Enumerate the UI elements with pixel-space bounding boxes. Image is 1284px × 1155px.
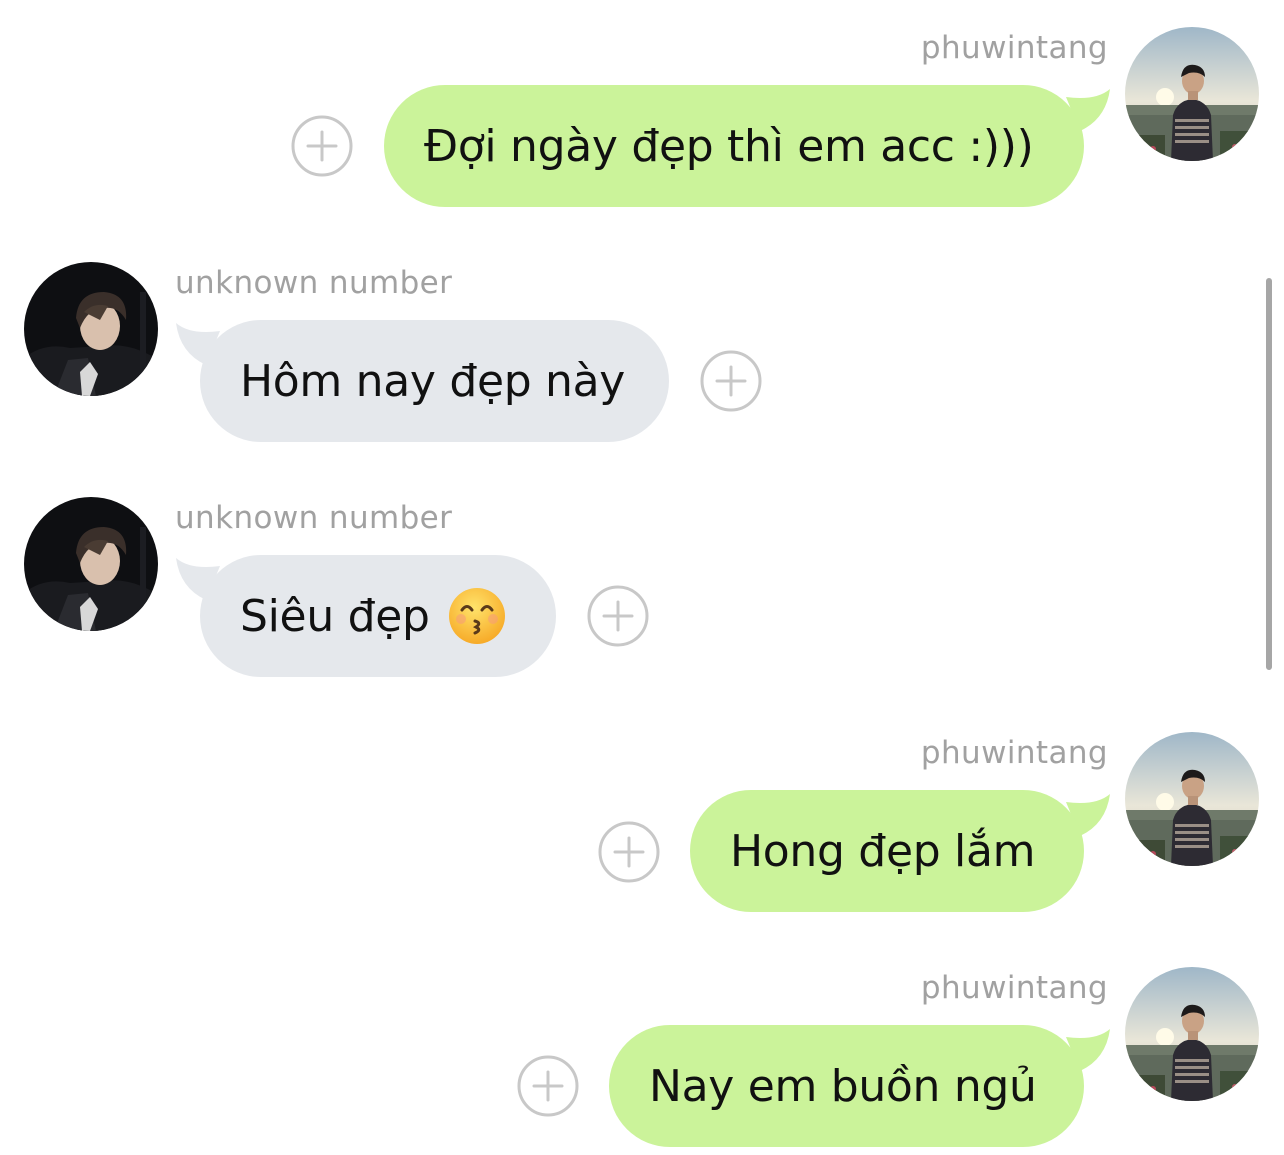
sender-name: phuwintang	[920, 735, 1108, 771]
message-text: Siêu đẹp	[240, 590, 430, 642]
message-bubble[interactable]: Nay em buồn ngủ	[609, 1025, 1084, 1147]
sender-name: phuwintang	[920, 30, 1108, 66]
sender-avatar[interactable]	[1125, 967, 1259, 1101]
message-bubble[interactable]: Siêu đẹp	[200, 555, 556, 677]
sender-avatar[interactable]	[24, 262, 158, 396]
sender-avatar[interactable]	[24, 497, 158, 631]
add-reaction-icon[interactable]	[598, 821, 660, 883]
sender-avatar[interactable]	[1125, 732, 1259, 866]
message-bubble[interactable]: Hong đẹp lắm	[690, 790, 1084, 912]
message-bubble[interactable]: Hôm nay đẹp này	[200, 320, 669, 442]
message-text: Hong đẹp lắm	[730, 825, 1036, 877]
sender-name: unknown number	[175, 500, 453, 536]
message-text: Nay em buồn ngủ	[649, 1060, 1037, 1112]
sender-avatar[interactable]	[1125, 27, 1259, 161]
scrollbar[interactable]	[1266, 278, 1272, 670]
kissing-face-with-smiling-eyes-emoji	[448, 587, 506, 645]
add-reaction-icon[interactable]	[587, 585, 649, 647]
message-text: Hôm nay đẹp này	[240, 355, 626, 407]
add-reaction-icon[interactable]	[517, 1055, 579, 1117]
sender-name: unknown number	[175, 265, 453, 301]
sender-name: phuwintang	[920, 970, 1108, 1006]
message-text: Đợi ngày đẹp thì em acc :)))	[424, 120, 1034, 172]
message-bubble[interactable]: Đợi ngày đẹp thì em acc :)))	[384, 85, 1084, 207]
add-reaction-icon[interactable]	[700, 350, 762, 412]
add-reaction-icon[interactable]	[291, 115, 353, 177]
